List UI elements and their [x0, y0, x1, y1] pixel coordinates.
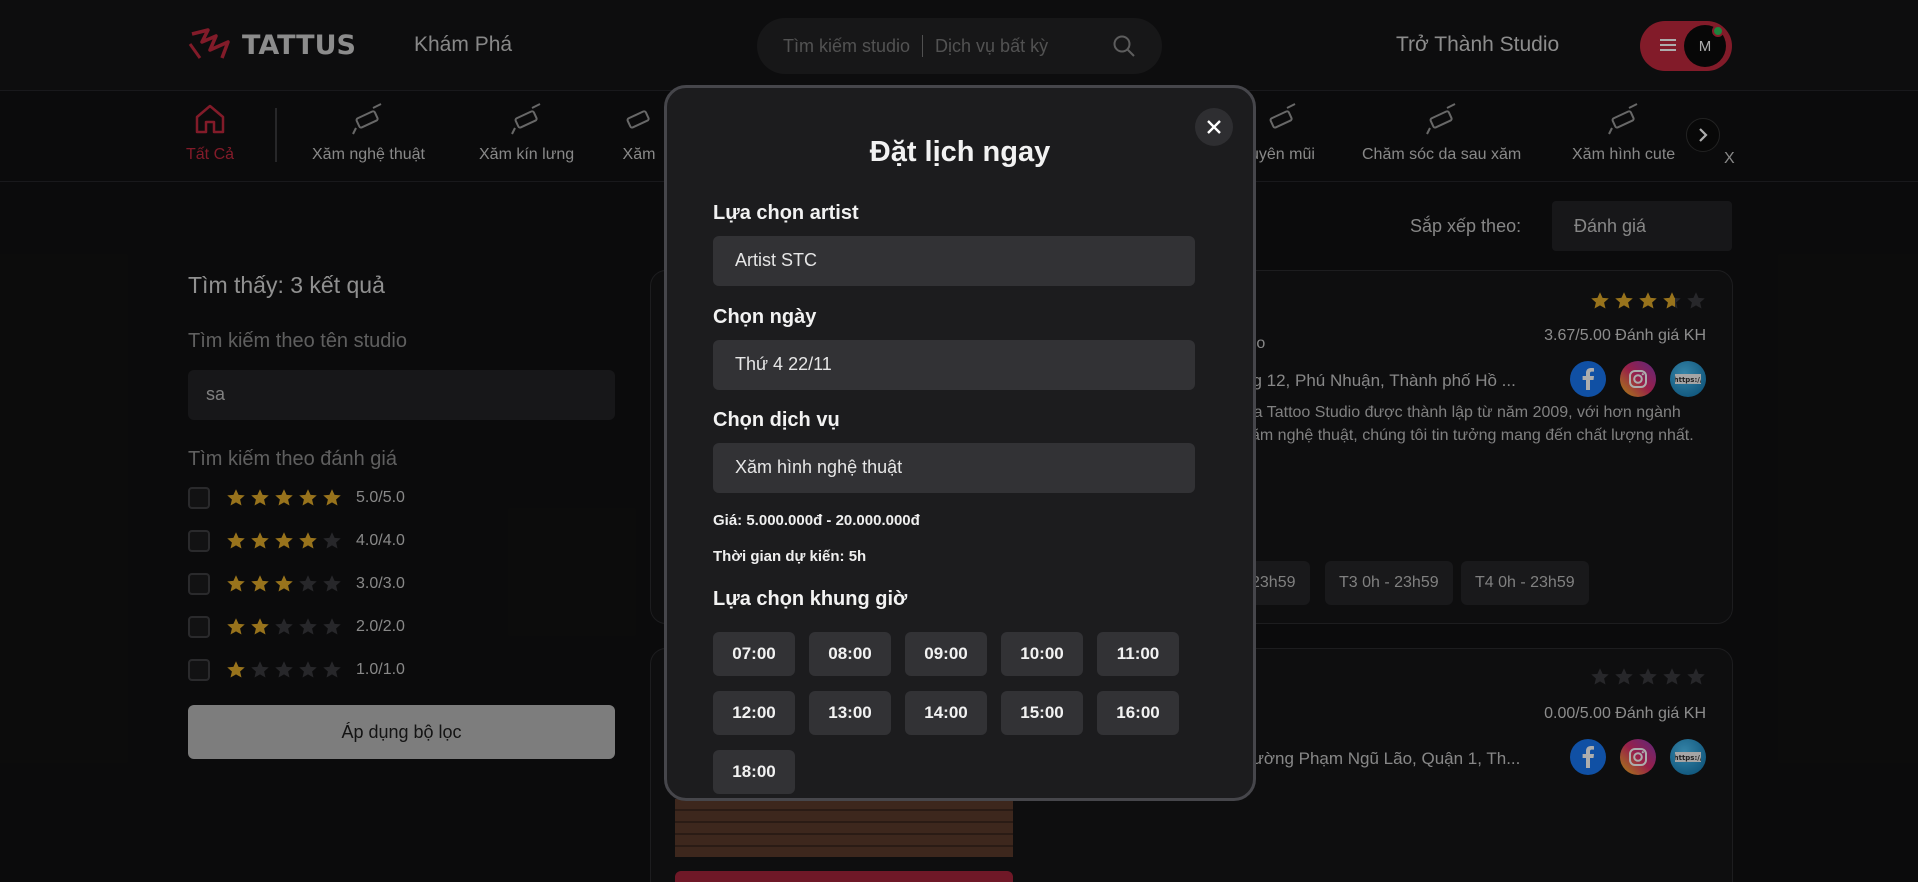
modal-title: Đặt lịch ngay — [869, 136, 1051, 168]
date-label: Chọn ngày — [713, 306, 817, 328]
time-slot-button[interactable]: 11:00 — [1097, 632, 1179, 676]
close-icon — [1207, 120, 1221, 134]
artist-select[interactable]: Artist STC — [713, 236, 1195, 286]
time-slot-button[interactable]: 16:00 — [1097, 691, 1179, 735]
price-text: Giá: 5.000.000đ - 20.000.000đ — [713, 512, 920, 529]
booking-modal: Đặt lịch ngay Lựa chọn artist Artist STC… — [664, 85, 1256, 801]
time-slot-button[interactable]: 14:00 — [905, 691, 987, 735]
time-slot-button[interactable]: 12:00 — [713, 691, 795, 735]
time-slot-button[interactable]: 08:00 — [809, 632, 891, 676]
time-slot-button[interactable]: 09:00 — [905, 632, 987, 676]
service-label: Chọn dịch vụ — [713, 409, 840, 431]
time-slot-button[interactable]: 13:00 — [809, 691, 891, 735]
date-select[interactable]: Thứ 4 22/11 — [713, 340, 1195, 390]
time-slot-button[interactable]: 18:00 — [713, 750, 795, 794]
artist-label: Lựa chọn artist — [713, 202, 859, 224]
time-slot-label: Lựa chọn khung giờ — [713, 588, 908, 610]
time-slot-button[interactable]: 07:00 — [713, 632, 795, 676]
time-slot-button[interactable]: 15:00 — [1001, 691, 1083, 735]
duration-text: Thời gian dự kiến: 5h — [713, 548, 867, 565]
time-slot-button[interactable]: 10:00 — [1001, 632, 1083, 676]
service-select[interactable]: Xăm hình nghệ thuật — [713, 443, 1195, 493]
